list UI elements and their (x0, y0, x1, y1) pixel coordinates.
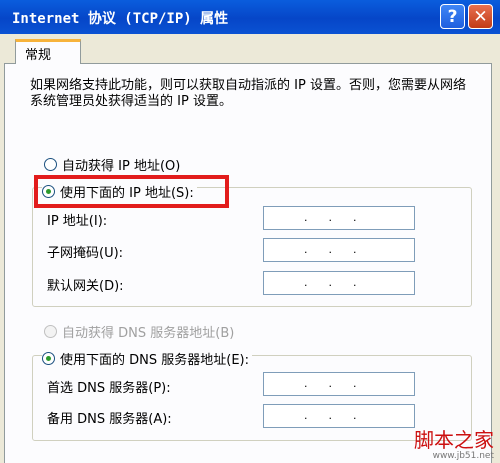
help-button[interactable]: ? (440, 4, 465, 29)
alternate-dns-label: 备用 DNS 服务器(A): (47, 412, 172, 427)
radio-auto-ip[interactable]: 自动获得 IP 地址(O) (44, 155, 180, 174)
tab-general[interactable]: 常规 (15, 39, 81, 64)
subnet-mask-input[interactable]: . . . (263, 238, 415, 262)
alternate-dns-input[interactable]: . . . (263, 404, 415, 428)
radio-auto-dns[interactable]: 自动获得 DNS 服务器地址(B) (44, 322, 234, 341)
subnet-mask-label: 子网掩码(U): (47, 246, 124, 261)
default-gateway-label: 默认网关(D): (47, 279, 124, 294)
default-gateway-input[interactable]: . . . (263, 271, 415, 295)
radio-auto-dns-label: 自动获得 DNS 服务器地址(B) (62, 326, 235, 341)
default-gateway-dots: . . . (304, 276, 357, 289)
title-bar[interactable]: Internet 协议 (TCP/IP) 属性 ? ✕ (0, 0, 500, 34)
window-title: Internet 协议 (TCP/IP) 属性 (12, 11, 229, 27)
ip-address-dots: . . . (304, 211, 357, 224)
radio-auto-ip-label: 自动获得 IP 地址(O) (62, 159, 181, 174)
preferred-dns-label: 首选 DNS 服务器(P): (47, 381, 171, 396)
watermark-url: www.jb51.net (432, 451, 494, 461)
subnet-mask-dots: . . . (304, 243, 357, 256)
watermark-text: 脚本之家 (414, 428, 494, 452)
radio-manual-dns[interactable]: 使用下面的 DNS 服务器地址(E): (42, 349, 252, 368)
description-text: 如果网络支持此功能，则可以获取自动指派的 IP 设置。否则，您需要从网络系统管理… (30, 78, 466, 109)
radio-circle-icon (44, 158, 57, 171)
ip-address-label: IP 地址(I): (47, 214, 108, 229)
radio-manual-dns-label: 使用下面的 DNS 服务器地址(E): (60, 353, 249, 368)
close-button[interactable]: ✕ (468, 4, 493, 29)
tab-general-label: 常规 (25, 48, 52, 63)
radio-circle-icon (44, 325, 57, 338)
alternate-dns-dots: . . . (304, 409, 357, 422)
close-icon: ✕ (473, 6, 488, 27)
radio-selected-icon (42, 352, 55, 365)
watermark: 脚本之家 www.jb51.net (414, 429, 494, 461)
help-icon: ? (447, 6, 458, 27)
highlight-box (34, 175, 229, 208)
ip-address-input[interactable]: . . . (263, 206, 415, 230)
preferred-dns-input[interactable]: . . . (263, 372, 415, 396)
preferred-dns-dots: . . . (304, 377, 357, 390)
